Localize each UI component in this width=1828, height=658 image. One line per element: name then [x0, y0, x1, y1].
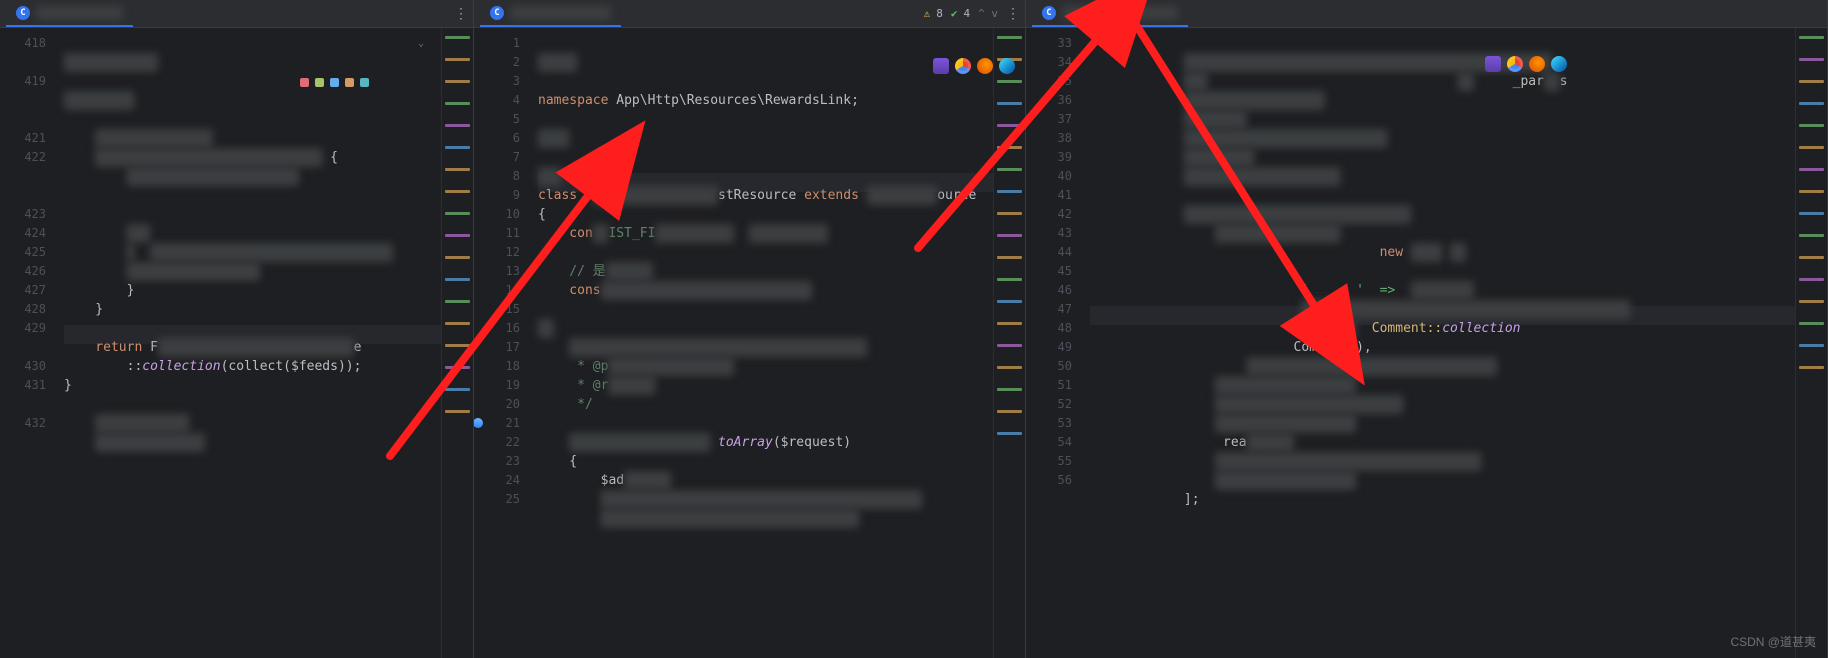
chrome-icon[interactable]: [1507, 56, 1523, 72]
tab-menu-icon[interactable]: ⋮: [454, 6, 467, 22]
editor-left[interactable]: 4184194214224234244254264274284294304314…: [0, 28, 473, 658]
code-left[interactable]: ████████████ █████████ ███████████████ █…: [56, 28, 441, 658]
gutter-right: 3334353637383940414243444546474849505152…: [1026, 28, 1082, 658]
tabbar-right: C ████████████████: [1026, 0, 1827, 28]
browser-icons: [933, 58, 1015, 74]
app-root: C ████████████ ⋮ ⌄ 418419421422423424425…: [0, 0, 1828, 658]
gutter-left: 4184194214224234244254264274284294304314…: [0, 28, 56, 658]
tab-label: ████████████████: [1062, 6, 1178, 20]
tab-center[interactable]: C ██████████████: [480, 0, 621, 27]
chrome-icon[interactable]: [955, 58, 971, 74]
firefox-icon[interactable]: [1529, 56, 1545, 72]
edge-icon[interactable]: [999, 58, 1015, 74]
check-icon: ✔: [951, 7, 958, 20]
nav-arrows[interactable]: ^ v: [978, 7, 998, 20]
warning-icon: ⚠: [924, 7, 931, 20]
file-type-icon: C: [1042, 6, 1056, 20]
tab-right[interactable]: C ████████████████: [1032, 0, 1188, 27]
tabbar-left: C ████████████ ⋮: [0, 0, 473, 28]
code-center[interactable]: █████ namespace App\Http\Resources\Rewar…: [530, 28, 993, 658]
pane-center: C ██████████████ ⚠8 ✔4 ^ v ⋮ 12345678910…: [474, 0, 1026, 658]
gutter-center: 1234567891011121314151617181920212223242…: [474, 28, 530, 658]
fold-chevron-icon[interactable]: ⌄: [418, 38, 424, 49]
tab-left[interactable]: C ████████████: [6, 0, 133, 27]
minimap-right[interactable]: [1795, 28, 1827, 658]
pane-right: C ████████████████ 333435363738394041424…: [1026, 0, 1828, 658]
firefox-icon[interactable]: [977, 58, 993, 74]
tab-label: ██████████████: [510, 6, 611, 20]
tab-menu-icon[interactable]: ⋮: [1006, 6, 1019, 22]
tabbar-center: C ██████████████ ⚠8 ✔4 ^ v ⋮: [474, 0, 1025, 28]
color-palette: [300, 78, 369, 87]
browser-icons: [1485, 56, 1567, 72]
minimap-center[interactable]: [993, 28, 1025, 658]
editor-right[interactable]: 3334353637383940414243444546474849505152…: [1026, 28, 1827, 658]
code-right[interactable]: ████████████████████████████████████████…: [1082, 28, 1795, 658]
tab-label: ████████████: [36, 6, 123, 20]
file-type-icon: C: [490, 6, 504, 20]
minimap-left[interactable]: [441, 28, 473, 658]
pane-left: C ████████████ ⋮ ⌄ 418419421422423424425…: [0, 0, 474, 658]
edge-icon[interactable]: [1551, 56, 1567, 72]
file-type-icon: C: [16, 6, 30, 20]
status-warnings[interactable]: ⚠8: [924, 7, 943, 20]
phpstorm-icon[interactable]: [1485, 56, 1501, 72]
status-ok[interactable]: ✔4: [951, 7, 970, 20]
editor-center[interactable]: 1234567891011121314151617181920212223242…: [474, 28, 1025, 658]
phpstorm-icon[interactable]: [933, 58, 949, 74]
watermark: CSDN @道甚夷: [1730, 633, 1816, 650]
